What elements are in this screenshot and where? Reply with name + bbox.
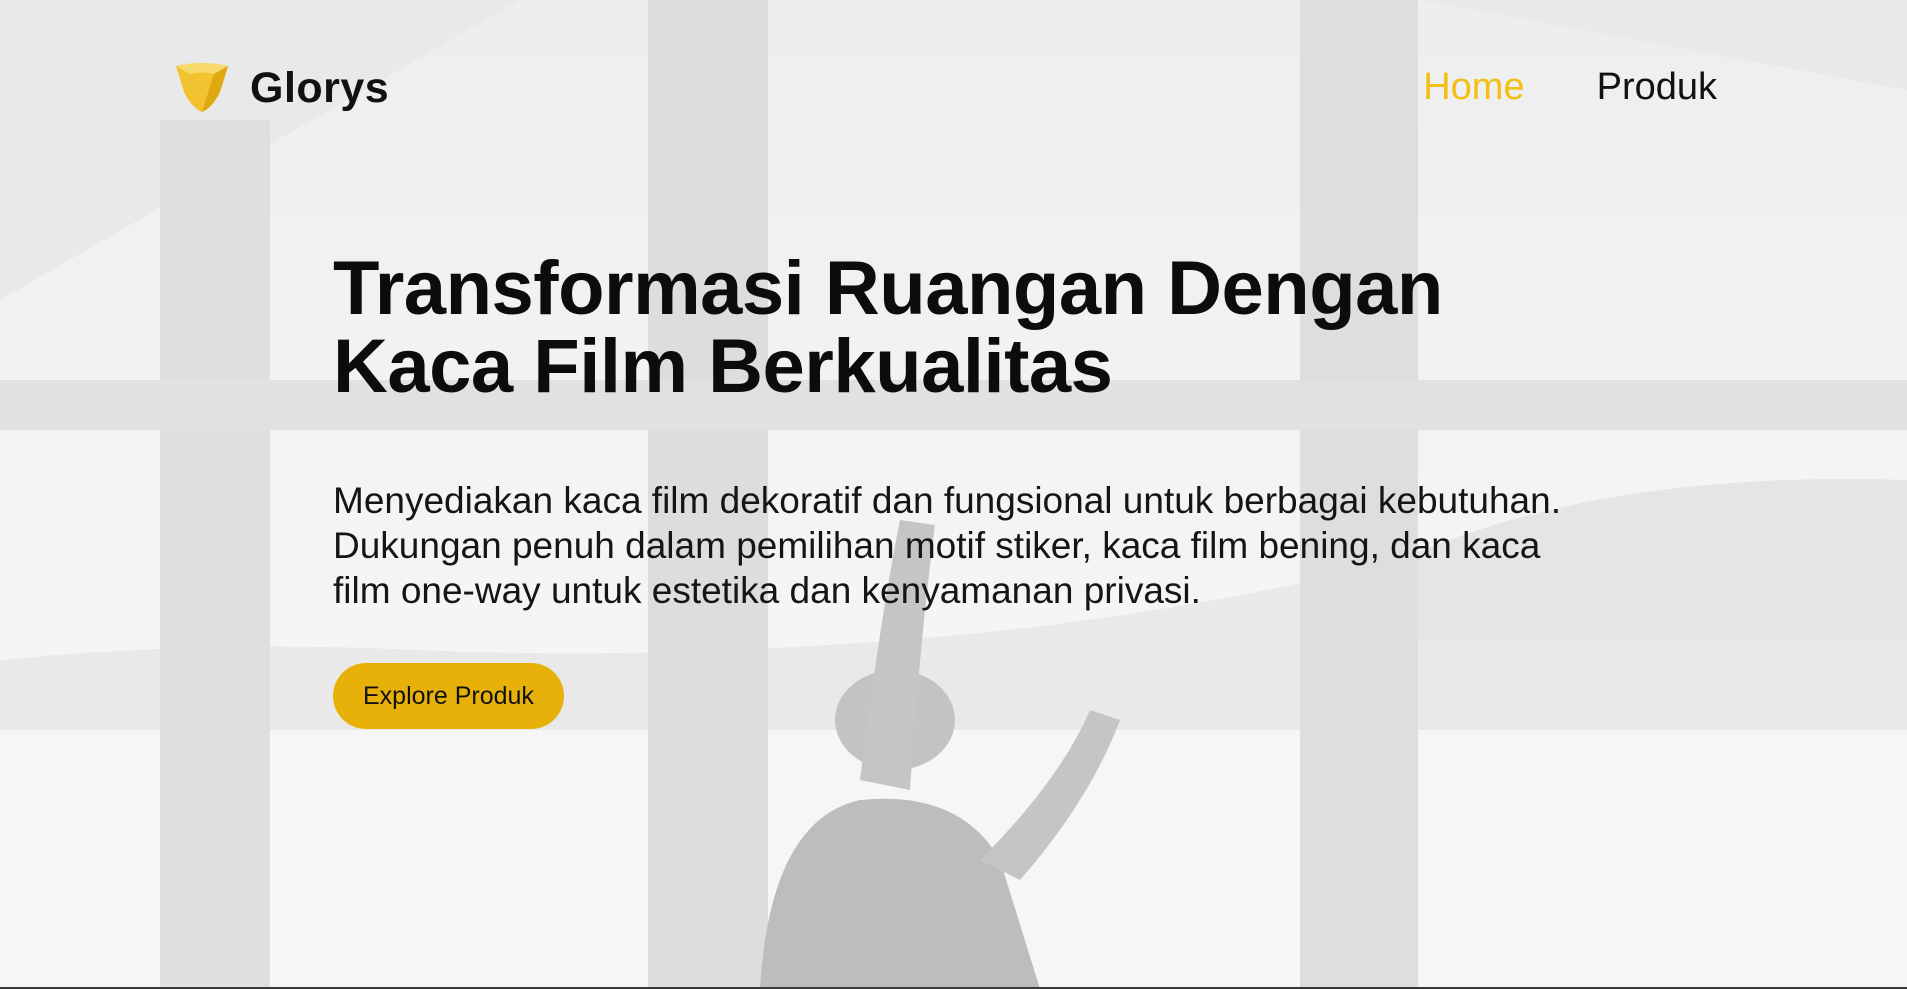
nav-item-produk[interactable]: Produk xyxy=(1597,66,1717,109)
site-header: Glorys Home Produk xyxy=(0,0,1907,180)
nav-item-home[interactable]: Home xyxy=(1423,66,1524,109)
brand-logo-link[interactable]: Glorys xyxy=(174,62,389,114)
shield-icon xyxy=(176,63,228,112)
brand-name: Glorys xyxy=(250,63,390,112)
hero-description: Menyediakan kaca film dekoratif dan fung… xyxy=(333,480,1561,611)
hero-section: Transformasi Ruangan Dengan Kaca Film Be… xyxy=(333,250,1633,729)
main-nav: Home Produk xyxy=(1423,66,1717,109)
hero-title: Transformasi Ruangan Dengan Kaca Film Be… xyxy=(333,246,1443,409)
landing-page: Glorys Home Produk Transformasi Ruangan … xyxy=(0,0,1907,989)
explore-produk-button[interactable]: Explore Produk xyxy=(333,663,564,729)
